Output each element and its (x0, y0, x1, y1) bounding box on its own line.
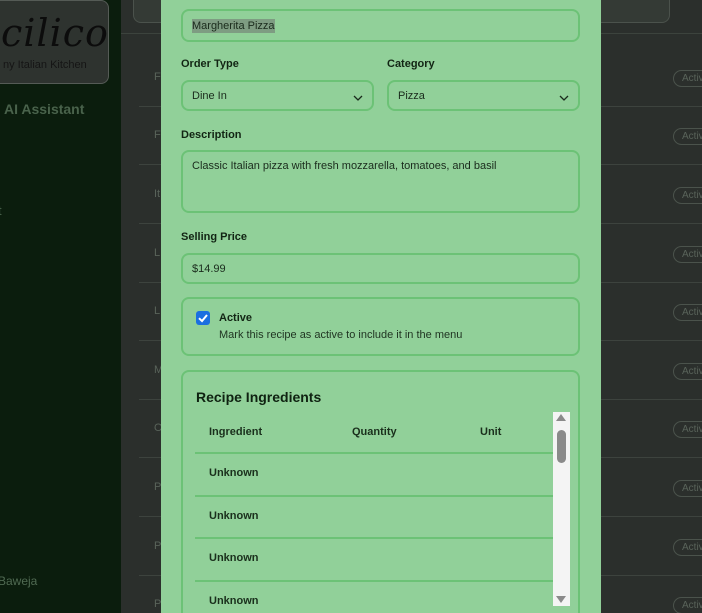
status-badge: Active (673, 539, 702, 556)
order-type-value: Dine In (192, 90, 227, 102)
column-header-ingredient: Ingredient (209, 426, 263, 438)
description-textarea[interactable]: Classic Italian pizza with fresh mozzare… (181, 150, 580, 213)
status-badge: Active (673, 480, 702, 497)
status-badge: Active (673, 421, 702, 438)
edit-recipe-modal: Margherita Pizza Order Type Dine In Cate… (161, 0, 601, 613)
ingredients-table: Ingredient Quantity Unit Unknown Unknown… (195, 412, 553, 613)
ingredients-scrollbar[interactable] (553, 412, 570, 606)
row-name: L (154, 247, 161, 259)
active-toggle-card: Active Mark this recipe as active to inc… (181, 297, 580, 356)
recipe-ingredients-section: Recipe Ingredients Ingredient Quantity U… (181, 370, 580, 613)
active-title: Active (219, 312, 253, 324)
column-header-unit: Unit (480, 426, 502, 438)
row-name: F (154, 71, 161, 83)
selling-price-input[interactable]: $14.99 (181, 253, 580, 284)
scroll-down-icon[interactable] (556, 596, 566, 603)
ingredient-name: Unknown (209, 595, 259, 607)
status-badge: Active (673, 363, 702, 380)
table-row[interactable]: Unknown (195, 580, 553, 613)
recipe-name-value: Margherita Pizza (192, 19, 275, 33)
user-name: Baweja (0, 574, 38, 588)
table-row[interactable]: Unknown (195, 452, 553, 495)
category-value: Pizza (398, 90, 425, 102)
description-label: Description (181, 129, 242, 141)
category-label: Category (387, 58, 435, 70)
description-value: Classic Italian pizza with fresh mozzare… (192, 160, 497, 172)
selling-price-label: Selling Price (181, 231, 248, 243)
checkmark-icon (198, 314, 208, 323)
sidebar: cilico ny Italian Kitchen AI Assistant t… (0, 0, 121, 613)
logo-tagline: ny Italian Kitchen (3, 59, 87, 71)
sidebar-item-ai-assistant[interactable]: AI Assistant (4, 101, 84, 117)
category-select[interactable]: Pizza (387, 80, 580, 111)
row-name: It (154, 188, 161, 200)
table-row[interactable]: Unknown (195, 537, 553, 580)
table-row[interactable]: Unknown (195, 495, 553, 538)
sidebar-item-partial[interactable]: t (0, 203, 2, 218)
active-description: Mark this recipe as active to include it… (219, 329, 463, 341)
scroll-up-icon[interactable] (556, 414, 566, 421)
chevron-down-icon (559, 95, 569, 101)
selling-price-value: $14.99 (192, 263, 226, 275)
column-header-quantity: Quantity (352, 426, 397, 438)
chevron-down-icon (353, 95, 363, 101)
status-badge: Active (673, 246, 702, 263)
ingredients-title: Recipe Ingredients (196, 389, 322, 405)
row-name: L (154, 305, 161, 317)
status-badge: Active (673, 304, 702, 321)
logo-script: cilico (1, 11, 109, 55)
status-badge: Active (673, 597, 702, 613)
scrollbar-thumb[interactable] (557, 430, 566, 463)
active-checkbox[interactable] (196, 311, 210, 325)
recipe-name-input[interactable]: Margherita Pizza (181, 9, 580, 42)
ingredient-name: Unknown (209, 510, 259, 522)
logo: cilico ny Italian Kitchen (0, 0, 109, 84)
order-type-select[interactable]: Dine In (181, 80, 374, 111)
order-type-label: Order Type (181, 58, 239, 70)
ingredient-name: Unknown (209, 552, 259, 564)
row-name: F (154, 129, 161, 141)
status-badge: Active (673, 187, 702, 204)
status-badge: Active (673, 70, 702, 87)
ingredient-name: Unknown (209, 467, 259, 479)
status-badge: Active (673, 128, 702, 145)
